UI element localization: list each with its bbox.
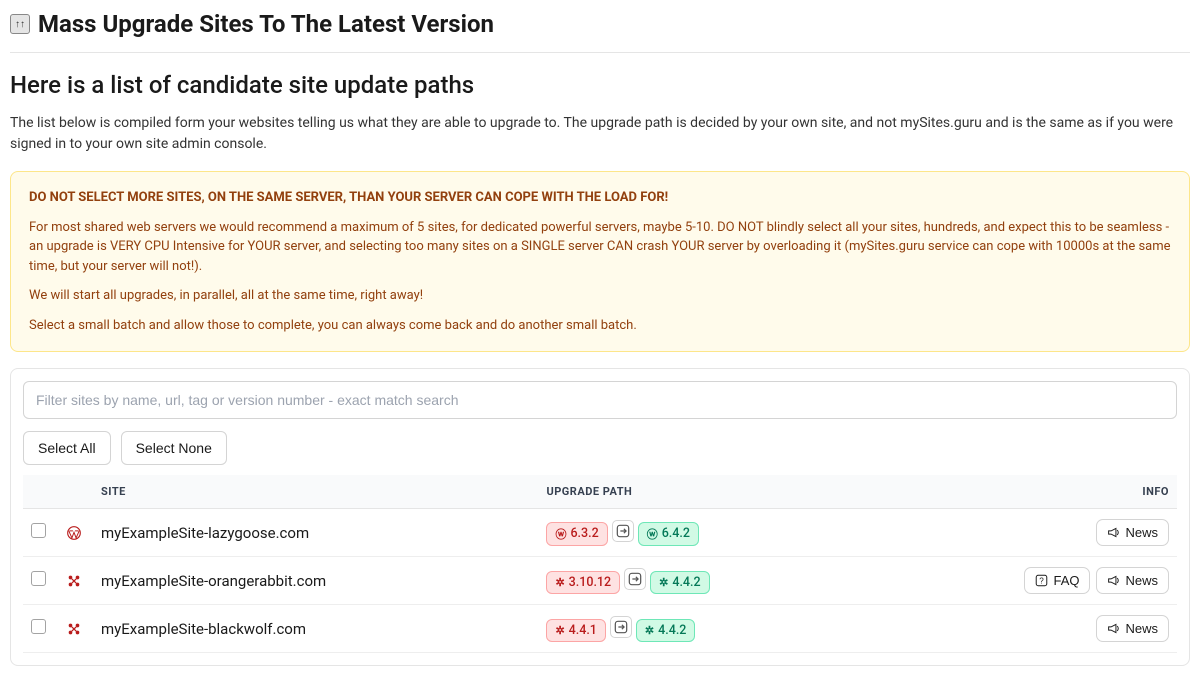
row-checkbox[interactable] [31,571,46,586]
upgrade-icon: ↑↑ [10,14,30,34]
site-name: myExampleSite-blackwolf.com [93,605,538,653]
page-title-text: Mass Upgrade Sites To The Latest Version [38,10,494,38]
select-all-button[interactable]: Select All [23,431,111,465]
question-icon: ? [1035,574,1048,587]
target-version-badge: ✲ 4.4.2 [636,619,695,642]
site-name: myExampleSite-orangerabbit.com [93,557,538,605]
intro-text: The list below is compiled form your web… [10,113,1190,155]
col-upgrade-path: UPGRADE PATH [538,475,869,509]
joomla-icon [67,622,81,636]
megaphone-icon [1107,622,1120,635]
sites-table: SITE UPGRADE PATH INFO myExampleSite-laz… [23,475,1177,653]
table-row: myExampleSite-orangerabbit.com✲ 3.10.12✲… [23,557,1177,605]
filter-input[interactable] [23,381,1177,419]
megaphone-icon [1107,526,1120,539]
col-checkbox [23,475,59,509]
wordpress-glyph-icon: ⓦ [647,526,658,542]
table-row: myExampleSite-lazygoose.com ⓦ 6.3.2 ⓦ 6.4.… [23,509,1177,557]
joomla-glyph-icon: ✲ [659,576,668,589]
arrow-icon [610,616,632,638]
col-site: SITE [93,475,538,509]
faq-button[interactable]: ?FAQ [1024,567,1090,594]
news-button[interactable]: News [1096,519,1169,546]
wordpress-glyph-icon: ⓦ [555,526,566,542]
warning-line1: DO NOT SELECT MORE SITES, ON THE SAME SE… [29,188,1171,208]
current-version-badge: ✲ 4.4.1 [546,619,605,642]
row-checkbox[interactable] [31,523,46,538]
warning-line4: Select a small batch and allow those to … [29,316,1171,336]
site-name: myExampleSite-lazygoose.com [93,509,538,557]
news-button[interactable]: News [1096,615,1169,642]
joomla-glyph-icon: ✲ [645,624,654,637]
current-version-badge: ⓦ 6.3.2 [546,522,607,546]
target-version-badge: ⓦ 6.4.2 [638,522,699,546]
warning-box: DO NOT SELECT MORE SITES, ON THE SAME SE… [10,171,1190,352]
megaphone-icon [1107,574,1120,587]
col-cms-icon [59,475,93,509]
news-button[interactable]: News [1096,567,1169,594]
sites-panel: Select All Select None SITE UPGRADE PATH… [10,368,1190,666]
row-checkbox[interactable] [31,619,46,634]
divider [10,52,1190,53]
target-version-badge: ✲ 4.4.2 [650,571,709,594]
subheading: Here is a list of candidate site update … [10,71,1190,99]
joomla-glyph-icon: ✲ [555,624,564,637]
joomla-icon [67,574,81,588]
current-version-badge: ✲ 3.10.12 [546,571,620,594]
warning-line3: We will start all upgrades, in parallel,… [29,286,1171,306]
svg-text:?: ? [1040,576,1045,585]
wordpress-icon [67,526,81,540]
table-row: myExampleSite-blackwolf.com ✲ 4.4.1 ✲ 4.4.… [23,605,1177,653]
joomla-glyph-icon: ✲ [555,576,564,589]
arrow-icon [612,520,634,542]
col-info: INFO [869,475,1177,509]
arrow-icon [624,568,646,590]
page-title: ↑↑ Mass Upgrade Sites To The Latest Vers… [10,10,1190,38]
select-none-button[interactable]: Select None [121,431,227,465]
warning-line2: For most shared web servers we would rec… [29,218,1171,277]
